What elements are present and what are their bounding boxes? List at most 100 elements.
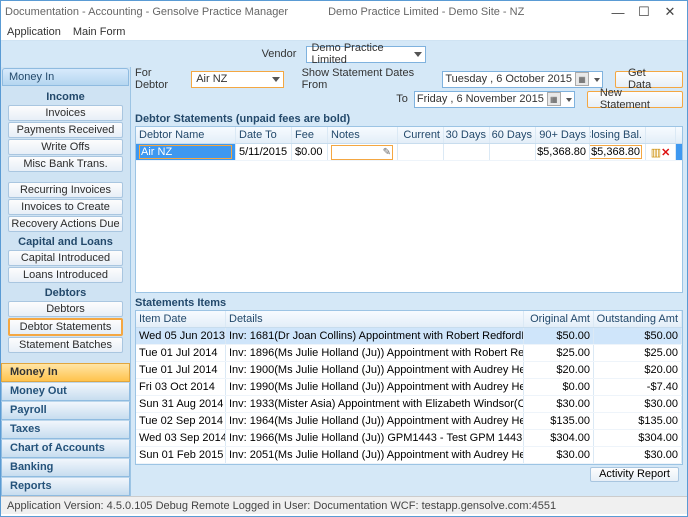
- col-closing-bal[interactable]: Closing Bal.: [590, 127, 646, 143]
- vendor-value: Demo Practice Limited: [311, 42, 409, 66]
- for-debtor-label: For Debtor: [135, 67, 185, 91]
- cell-90days: $5,368.80: [536, 144, 590, 160]
- sidebar-tree: Income Invoices Payments Received Write …: [1, 86, 130, 363]
- cell-item-date: Fri 03 Oct 2014: [136, 379, 226, 395]
- sidebar-item-statement-batches[interactable]: Statement Batches: [8, 337, 123, 353]
- debtor-grid-header: Debtor Name Date To Fee Notes Current 30…: [136, 127, 682, 144]
- cell-item-date: Tue 01 Jul 2014: [136, 345, 226, 361]
- sidebar-item-capital-introduced[interactable]: Capital Introduced: [8, 250, 123, 266]
- new-statement-button[interactable]: New Statement: [587, 91, 683, 108]
- for-debtor-combo[interactable]: Air NZ: [191, 71, 284, 88]
- items-row[interactable]: Tue 01 Jul 2014Inv: 1896(Ms Julie Hollan…: [136, 345, 682, 362]
- cell-details: Inv: 1681(Dr Joan Collins) Appointment w…: [226, 328, 524, 344]
- sidebar-top-tab[interactable]: Money In: [2, 68, 129, 86]
- pencil-icon: ✎: [383, 147, 391, 158]
- items-row[interactable]: Fri 03 Oct 2014Inv: 1990(Ms Julie Hollan…: [136, 379, 682, 396]
- calendar-icon[interactable]: ▦: [547, 92, 561, 106]
- sidebar-item-payments-received[interactable]: Payments Received: [8, 122, 123, 138]
- sidebar: Money In Income Invoices Payments Receiv…: [1, 67, 131, 496]
- chevron-down-icon[interactable]: [564, 93, 572, 105]
- main-area: For Debtor Air NZ Show Statement Dates F…: [131, 67, 687, 496]
- cell-outstanding-amt: $304.00: [594, 430, 682, 446]
- items-row[interactable]: Tue 02 Sep 2014Inv: 1964(Ms Julie Hollan…: [136, 413, 682, 430]
- calendar-icon[interactable]: ▦: [575, 72, 589, 86]
- sidebar-item-debtors[interactable]: Debtors: [8, 301, 123, 317]
- sidebar-cat-money-in[interactable]: Money In: [1, 363, 130, 382]
- items-row[interactable]: Tue 01 Jul 2014Inv: 1900(Ms Julie Hollan…: [136, 362, 682, 379]
- cell-original-amt: $30.00: [524, 396, 594, 412]
- cell-original-amt: $25.00: [524, 345, 594, 361]
- debtor-row[interactable]: Air NZ 5/11/2015 $0.00 ✎ $5,368.80 $5,36…: [136, 144, 682, 161]
- vendor-combo[interactable]: Demo Practice Limited: [306, 46, 426, 63]
- sidebar-item-recurring-invoices[interactable]: Recurring Invoices: [8, 182, 123, 198]
- col-current[interactable]: Current: [398, 127, 444, 143]
- col-60days[interactable]: 60 Days: [490, 127, 536, 143]
- col-fee[interactable]: Fee: [292, 127, 328, 143]
- statusbar: Application Version: 4.5.0.105 Debug Rem…: [1, 496, 687, 514]
- minimize-icon[interactable]: —: [605, 5, 631, 20]
- content: Money In Income Invoices Payments Receiv…: [1, 67, 687, 496]
- cell-details: Inv: 1900(Ms Julie Holland (Ju)) Appoint…: [226, 362, 524, 378]
- activity-report-button[interactable]: Activity Report: [590, 467, 679, 482]
- maximize-icon[interactable]: ☐: [631, 4, 657, 20]
- col-debtor-name[interactable]: Debtor Name: [136, 127, 236, 143]
- col-90days[interactable]: 90+ Days: [536, 127, 590, 143]
- debtor-grid-body: Air NZ 5/11/2015 $0.00 ✎ $5,368.80 $5,36…: [136, 144, 682, 292]
- sidebar-cat-taxes[interactable]: Taxes: [1, 420, 130, 439]
- report-icon[interactable]: ▥: [651, 146, 661, 159]
- sidebar-item-write-offs[interactable]: Write Offs: [8, 139, 123, 155]
- cell-outstanding-amt: $135.00: [594, 413, 682, 429]
- date-from[interactable]: Tuesday, 6 October 2015 ▦: [442, 71, 603, 88]
- group-debtors: Debtors: [3, 284, 128, 300]
- status-text: Application Version: 4.5.0.105 Debug Rem…: [7, 500, 556, 512]
- menubar: Application Main Form: [1, 23, 687, 41]
- items-row[interactable]: Sun 01 Feb 2015Inv: 2051(Ms Julie Hollan…: [136, 447, 682, 464]
- sidebar-cat-banking[interactable]: Banking: [1, 458, 130, 477]
- titlebar: Documentation - Accounting - Gensolve Pr…: [1, 1, 687, 23]
- menu-main-form[interactable]: Main Form: [73, 26, 126, 38]
- cell-notes-edit[interactable]: ✎: [331, 145, 393, 160]
- col-item-date[interactable]: Item Date: [136, 311, 226, 327]
- get-data-button[interactable]: Get Data: [615, 71, 683, 88]
- cell-outstanding-amt: -$7.40: [594, 379, 682, 395]
- items-row[interactable]: Sun 31 Aug 2014Inv: 1933(Mister Asia) Ap…: [136, 396, 682, 413]
- chevron-down-icon[interactable]: [592, 73, 600, 85]
- col-details[interactable]: Details: [226, 311, 524, 327]
- sidebar-item-invoices[interactable]: Invoices: [8, 105, 123, 121]
- window-title-left: Documentation - Accounting - Gensolve Pr…: [5, 6, 288, 18]
- items-row[interactable]: Wed 05 Jun 2013Inv: 1681(Dr Joan Collins…: [136, 328, 682, 345]
- cell-details: Inv: 1933(Mister Asia) Appointment with …: [226, 396, 524, 412]
- sidebar-item-recovery-actions-due[interactable]: Recovery Actions Due: [8, 216, 123, 232]
- col-outstanding-amt[interactable]: Outstanding Amt: [594, 311, 682, 327]
- cell-details: Inv: 1896(Ms Julie Holland (Ju)) Appoint…: [226, 345, 524, 361]
- items-section-title: Statements Items: [135, 297, 683, 309]
- sidebar-item-loans-introduced[interactable]: Loans Introduced: [8, 267, 123, 283]
- menu-application[interactable]: Application: [7, 26, 61, 38]
- for-debtor-value: Air NZ: [196, 73, 227, 85]
- cell-original-amt: $135.00: [524, 413, 594, 429]
- debtor-section-title: Debtor Statements (unpaid fees are bold): [135, 113, 683, 125]
- items-row[interactable]: Wed 03 Sep 2014Inv: 1966(Ms Julie Hollan…: [136, 430, 682, 447]
- debtor-grid: Debtor Name Date To Fee Notes Current 30…: [135, 126, 683, 293]
- sidebar-cat-money-out[interactable]: Money Out: [1, 382, 130, 401]
- cell-details: Inv: 1990(Ms Julie Holland (Ju)) Appoint…: [226, 379, 524, 395]
- sidebar-cat-reports[interactable]: Reports: [1, 477, 130, 496]
- sidebar-cat-chart-of-accounts[interactable]: Chart of Accounts: [1, 439, 130, 458]
- cell-closing-bal: $5,368.80: [590, 144, 646, 160]
- cell-original-amt: $50.00: [524, 328, 594, 344]
- sidebar-item-invoices-to-create[interactable]: Invoices to Create: [8, 199, 123, 215]
- sidebar-cat-payroll[interactable]: Payroll: [1, 401, 130, 420]
- close-icon[interactable]: ✕: [657, 4, 683, 20]
- cell-item-date: Sun 31 Aug 2014: [136, 396, 226, 412]
- delete-icon[interactable]: ✕: [661, 146, 670, 159]
- col-date-to[interactable]: Date To: [236, 127, 292, 143]
- cell-item-date: Wed 05 Jun 2013: [136, 328, 226, 344]
- cell-details: Inv: 1964(Ms Julie Holland (Ju)) Appoint…: [226, 413, 524, 429]
- sidebar-item-misc-bank-trans[interactable]: Misc Bank Trans.: [8, 156, 123, 172]
- col-notes[interactable]: Notes: [328, 127, 398, 143]
- date-to[interactable]: Friday, 6 November 2015 ▦: [414, 91, 575, 108]
- cell-debtor-name: Air NZ: [139, 145, 232, 159]
- col-30days[interactable]: 30 Days: [444, 127, 490, 143]
- sidebar-item-debtor-statements[interactable]: Debtor Statements: [8, 318, 123, 336]
- col-original-amt[interactable]: Original Amt: [524, 311, 594, 327]
